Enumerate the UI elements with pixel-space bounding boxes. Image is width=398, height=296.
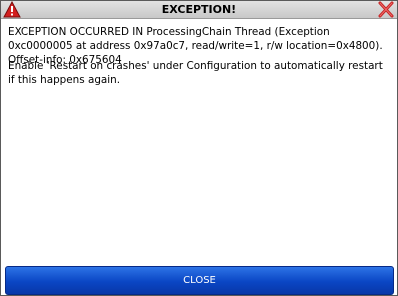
exception-dialog: EXCEPTION! EXCEPTION OCCURRED IN Process… [0, 0, 398, 296]
close-button[interactable]: CLOSE [5, 266, 394, 295]
close-icon[interactable] [377, 1, 395, 18]
dialog-title: EXCEPTION! [161, 3, 237, 16]
restart-hint-message: Enable 'Restart on crashes' under Config… [8, 60, 383, 86]
title-bar: EXCEPTION! [1, 0, 397, 19]
